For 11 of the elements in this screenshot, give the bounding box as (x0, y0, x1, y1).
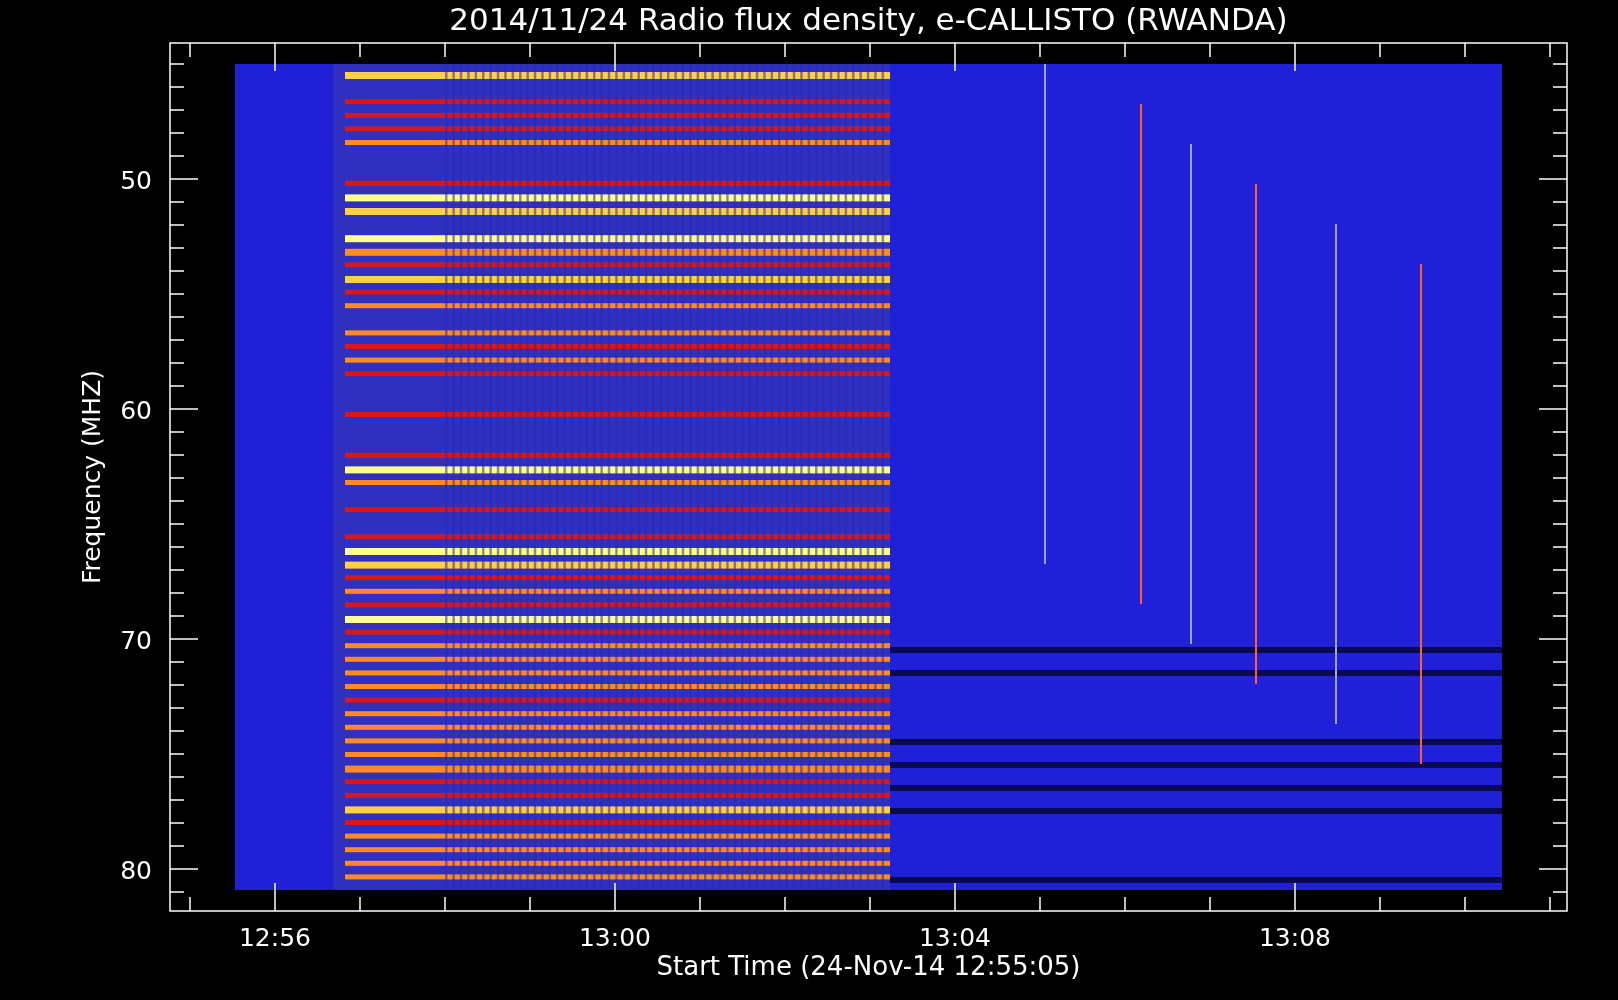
x-axis-label: Start Time (24-Nov-14 12:55:05) (656, 951, 1081, 981)
y-tick-label: 70 (120, 626, 152, 655)
y-tick-label: 50 (120, 166, 152, 195)
y-tick-label: 80 (120, 856, 152, 885)
plot-title: 2014/11/24 Radio flux density, e-CALLISTO (RWANDA) (449, 1, 1288, 37)
y-tick-label: 60 (120, 396, 152, 425)
y-axis-label: Frequency (MHZ) (77, 369, 106, 585)
x-tick-label: 12:56 (239, 923, 311, 952)
x-tick-label: 13:00 (579, 923, 651, 952)
x-tick-label: 13:08 (1259, 923, 1331, 952)
x-tick-label: 13:04 (919, 923, 991, 952)
